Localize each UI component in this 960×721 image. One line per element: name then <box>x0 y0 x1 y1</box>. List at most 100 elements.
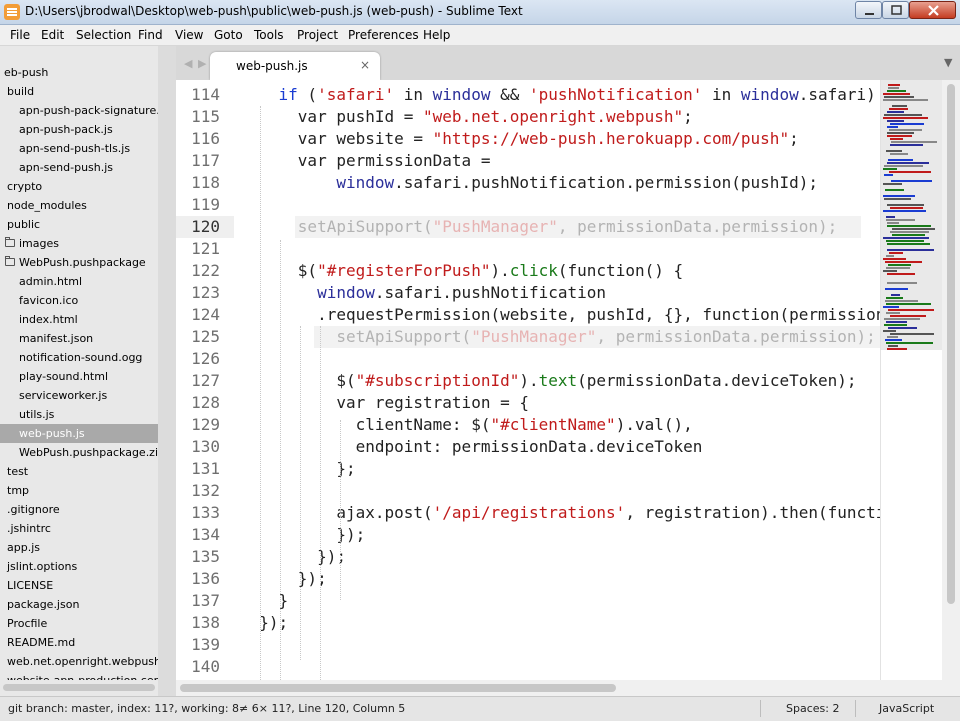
sidebar-file-item[interactable]: package.json <box>0 595 158 614</box>
vertical-scrollbar-thumb[interactable] <box>947 84 955 604</box>
code-token: (function() { <box>557 261 684 280</box>
sidebar-file-item[interactable]: website-apn-production.cer <box>0 671 158 680</box>
minimap-code-line <box>883 93 910 95</box>
menu-view[interactable]: View <box>175 28 203 42</box>
sidebar-folder-item[interactable]: eb-push <box>0 63 158 82</box>
sidebar-item-label: apn-push-pack-signature.js <box>19 104 158 117</box>
menu-edit[interactable]: Edit <box>41 28 64 42</box>
menu-file[interactable]: File <box>10 28 30 42</box>
sidebar-item-label: README.md <box>7 636 76 649</box>
sidebar-file-item[interactable]: utils.js <box>0 405 158 424</box>
sidebar-file-item[interactable]: web-push.js <box>0 424 158 443</box>
menu-project[interactable]: Project <box>297 28 338 42</box>
maximize-button[interactable] <box>882 1 909 19</box>
minimap[interactable] <box>880 80 943 680</box>
sidebar-folder-item[interactable]: public <box>0 215 158 234</box>
sidebar-item-label: test <box>7 465 29 478</box>
tab-web-push-js[interactable]: web-push.js × <box>210 52 380 80</box>
line-number: 119 <box>191 195 220 214</box>
horizontal-scrollbar-thumb[interactable] <box>180 684 616 692</box>
line-number: 132 <box>191 481 220 500</box>
menu-bar: File Edit Selection Find View Goto Tools… <box>0 25 960 46</box>
code-token: (permissionData.deviceToken); <box>577 371 857 390</box>
minimize-button[interactable] <box>855 1 882 19</box>
code-token: setApiSupport( <box>297 217 433 236</box>
sidebar-folder-item[interactable]: node_modules <box>0 196 158 215</box>
sidebar-item-label: notification-sound.ogg <box>19 351 143 364</box>
line-number: 115 <box>191 107 220 126</box>
line-number: 114 <box>191 85 220 104</box>
code-token: ).val(), <box>615 415 693 434</box>
sidebar-item-label: WebPush.pushpackage <box>19 256 146 269</box>
code-token: if <box>278 85 298 104</box>
sidebar-file-item[interactable]: apn-push-pack.js <box>0 120 158 139</box>
sidebar-folder-item[interactable]: crypto <box>0 177 158 196</box>
sidebar-folder-item[interactable]: build <box>0 82 158 101</box>
sidebar-file-item[interactable]: manifest.json <box>0 329 158 348</box>
sidebar-file-item[interactable]: web.net.openright.webpush. <box>0 652 158 671</box>
tab-menu-icon[interactable]: ▼ <box>944 56 952 69</box>
menu-goto[interactable]: Goto <box>214 28 243 42</box>
window-title: D:\Users\jbrodwal\Desktop\web-push\publi… <box>25 4 523 18</box>
sidebar-file-item[interactable]: admin.html <box>0 272 158 291</box>
sidebar-folder-item[interactable]: WebPush.pushpackage <box>0 253 158 272</box>
sidebar-file-item[interactable]: README.md <box>0 633 158 652</box>
tab-scroll-right-icon[interactable]: ▶ <box>198 57 206 70</box>
sidebar-file-item[interactable]: serviceworker.js <box>0 386 158 405</box>
code-line: clientName: $("#clientName").val(), <box>240 414 693 436</box>
minimap-code-line <box>887 336 898 338</box>
code-token: , registration).then(function() { <box>625 503 880 522</box>
menu-help[interactable]: Help <box>423 28 450 42</box>
code-editor[interactable]: 114 115 116 117 118 119 120 121 122 123 124 125 126 1… <box>176 80 880 680</box>
sidebar-file-item[interactable]: .gitignore <box>0 500 158 519</box>
sidebar-file-item[interactable]: play-sound.html <box>0 367 158 386</box>
sidebar-scrollbar-thumb[interactable] <box>3 684 155 691</box>
indent-guide <box>280 240 281 680</box>
code-token: .requestPermission(website, pushId, {}, … <box>317 305 880 324</box>
status-indentation[interactable]: Spaces: 2 <box>786 702 839 715</box>
sidebar-file-item[interactable]: app.js <box>0 538 158 557</box>
sidebar-file-item[interactable]: index.html <box>0 310 158 329</box>
editor-vertical-scrollbar[interactable] <box>942 80 960 680</box>
line-number: 125 <box>191 327 220 346</box>
sidebar-file-item[interactable]: WebPush.pushpackage.zip <box>0 443 158 462</box>
sidebar-folder-item[interactable]: tmp <box>0 481 158 500</box>
menu-preferences[interactable]: Preferences <box>348 28 419 42</box>
sidebar-folder-item[interactable]: images <box>0 234 158 253</box>
code-line: ajax.post('/api/registrations', registra… <box>240 502 880 524</box>
code-token: ajax.post( <box>240 503 433 522</box>
code-token: }); <box>240 525 366 544</box>
status-syntax[interactable]: JavaScript <box>879 702 934 715</box>
tab-close-icon[interactable]: × <box>360 58 370 72</box>
sidebar-file-item[interactable]: jslint.options <box>0 557 158 576</box>
sidebar-file-item[interactable]: notification-sound.ogg <box>0 348 158 367</box>
sidebar-divider[interactable] <box>158 46 176 696</box>
sidebar-file-item[interactable]: LICENSE <box>0 576 158 595</box>
minimap-code-line <box>888 327 917 329</box>
sidebar-item-label: package.json <box>7 598 80 611</box>
tab-scroll-left-icon[interactable]: ◀ <box>184 57 192 70</box>
minimap-code-line <box>887 243 930 245</box>
minimap-code-line <box>888 84 900 86</box>
code-token: }); <box>240 547 346 566</box>
line-number: 120 <box>191 217 220 236</box>
sidebar-file-item[interactable]: favicon.ico <box>0 291 158 310</box>
editor-horizontal-scrollbar[interactable] <box>176 680 960 696</box>
sidebar-item-label: admin.html <box>19 275 83 288</box>
sidebar-file-item[interactable]: .jshintrc <box>0 519 158 538</box>
line-number: 127 <box>191 371 220 390</box>
menu-find[interactable]: Find <box>138 28 163 42</box>
menu-selection[interactable]: Selection <box>76 28 131 42</box>
sidebar-item-label: apn-send-push-tls.js <box>19 142 131 155</box>
line-number: 140 <box>191 657 220 676</box>
sidebar-horizontal-scrollbar[interactable] <box>0 680 158 696</box>
sidebar-file-item[interactable]: apn-send-push.js <box>0 158 158 177</box>
sidebar-file-item[interactable]: apn-push-pack-signature.js <box>0 101 158 120</box>
sidebar-file-item[interactable]: apn-send-push-tls.js <box>0 139 158 158</box>
sidebar-folder-item[interactable]: test <box>0 462 158 481</box>
close-button[interactable] <box>909 1 956 19</box>
sidebar-file-item[interactable]: Procfile <box>0 614 158 633</box>
minimap-code-line <box>891 180 932 182</box>
menu-tools[interactable]: Tools <box>254 28 284 42</box>
